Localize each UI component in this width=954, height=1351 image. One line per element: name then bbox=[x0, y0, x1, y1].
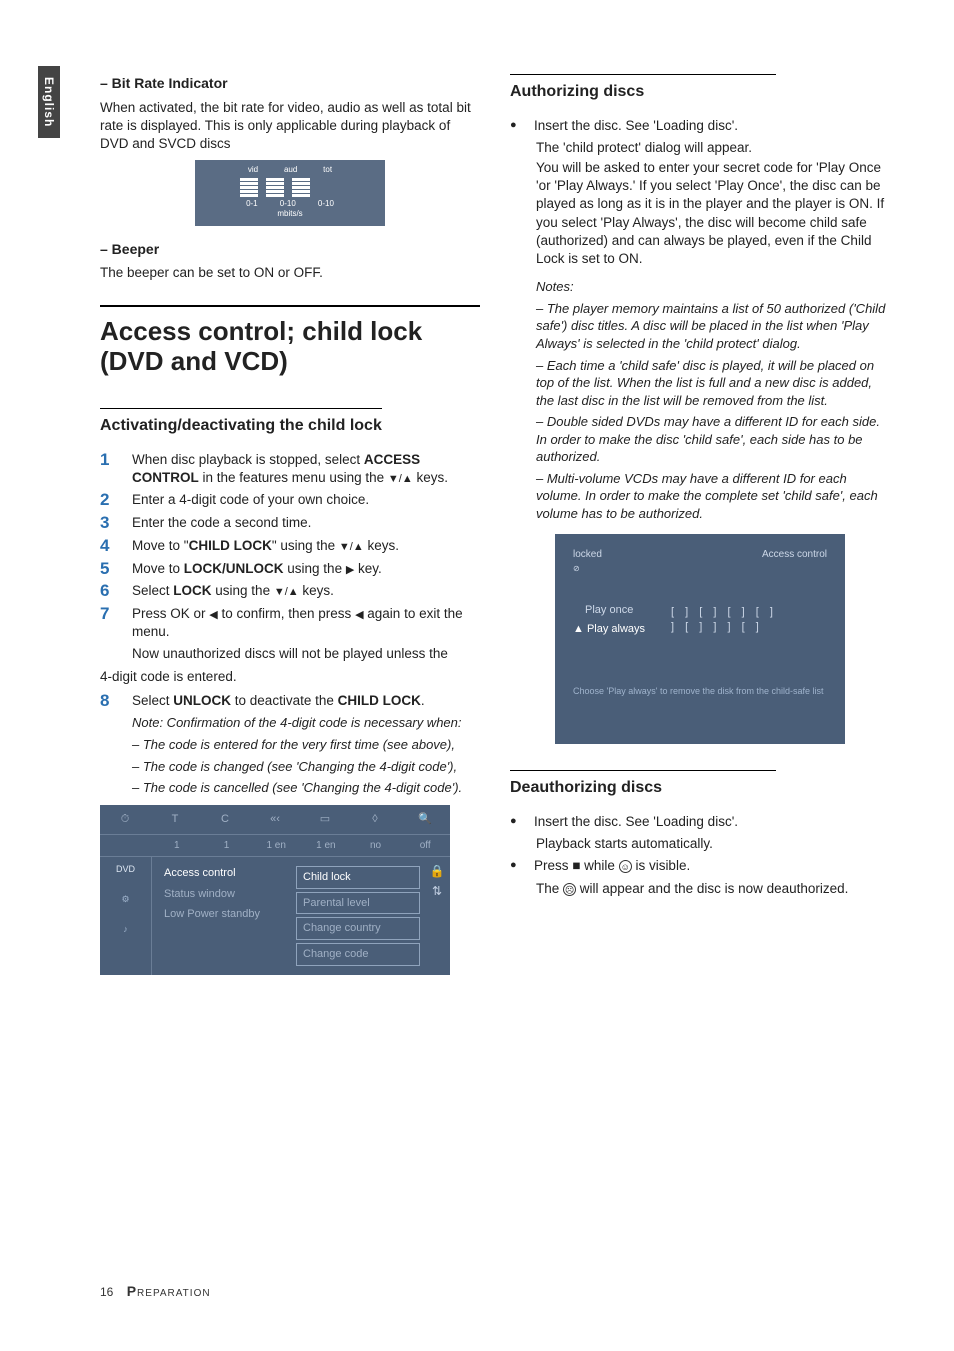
menu-lock-icons: 🔒 ⇅ bbox=[424, 857, 450, 975]
left-column: – Bit Rate Indicator When activated, the… bbox=[100, 60, 480, 983]
menu-left-icons: DVD ⚙ ♪ bbox=[100, 857, 152, 975]
step-text: Press OK or ◀ to confirm, then press ◀ a… bbox=[132, 605, 480, 641]
section-title: Access control; child lock (DVD and VCD) bbox=[100, 305, 480, 377]
right-column: Authorizing discs Insert the disc. See '… bbox=[510, 60, 890, 983]
note-line: – The code is cancelled (see 'Changing t… bbox=[132, 779, 480, 797]
bitrate-body: When activated, the bit rate for video, … bbox=[100, 99, 480, 154]
steps-list: 1 When disc playback is stopped, select … bbox=[100, 451, 480, 641]
beeper-heading: – Beeper bbox=[100, 240, 480, 259]
menu-item: Status window bbox=[160, 884, 284, 905]
br-col-aud: aud bbox=[284, 165, 297, 176]
tab-icon: ⏱ bbox=[100, 812, 150, 827]
bitrate-graphic: vid aud tot 0-1 0-10 0-10 mbits/s bbox=[195, 160, 385, 226]
step-num: 5 bbox=[100, 560, 118, 579]
menu-item: Low Power standby bbox=[160, 904, 284, 925]
br-scale-1: 0-10 bbox=[280, 199, 296, 210]
step-text: Enter the code a second time. bbox=[132, 514, 480, 533]
br-col-tot: tot bbox=[323, 165, 332, 176]
bullet-item: Insert the disc. See 'Loading disc'. bbox=[510, 117, 890, 135]
step-text: Move to LOCK/UNLOCK using the ▶ key. bbox=[132, 560, 480, 579]
menu-val: 1 en bbox=[301, 835, 351, 856]
step7-result-b: 4-digit code is entered. bbox=[100, 668, 480, 686]
dialog-code-1: [ ] [ ] [ ] [ ] bbox=[671, 605, 777, 620]
menu-val: 1 en bbox=[251, 835, 301, 856]
childlock-heading: Activating/deactivating the child lock bbox=[100, 408, 382, 437]
footer-section: REPARATION bbox=[137, 1288, 211, 1299]
step-num: 7 bbox=[100, 605, 118, 641]
step-num: 3 bbox=[100, 514, 118, 533]
level-icon: ⇅ bbox=[426, 883, 448, 899]
menu-sub-item: Child lock bbox=[296, 866, 420, 889]
bitrate-heading: – Bit Rate Indicator bbox=[100, 74, 480, 93]
note-line: – The player memory maintains a list of … bbox=[536, 300, 890, 353]
safe-face-icon: ☺ bbox=[619, 860, 632, 873]
page-number: 16 bbox=[100, 1285, 113, 1299]
beeper-body: The beeper can be set to ON or OFF. bbox=[100, 264, 480, 282]
authorizing-heading: Authorizing discs bbox=[510, 74, 776, 103]
note-line: – Double sided DVDs may have a different… bbox=[536, 413, 890, 466]
page-content: – Bit Rate Indicator When activated, the… bbox=[100, 60, 890, 983]
menu-sub-item: Change code bbox=[296, 943, 420, 966]
step-text: Select UNLOCK to deactivate the CHILD LO… bbox=[132, 692, 480, 711]
tab-icon: T bbox=[150, 812, 200, 827]
auth-para: You will be asked to enter your secret c… bbox=[536, 159, 890, 268]
sub-line: Playback starts automatically. bbox=[536, 835, 890, 853]
step-num: 2 bbox=[100, 491, 118, 510]
br-col-vid: vid bbox=[248, 165, 258, 176]
step-text: Move to "CHILD LOCK" using the ▼/▲ keys. bbox=[132, 537, 480, 556]
access-control-dialog: locked⊘ Access control Play once Play al… bbox=[555, 534, 845, 744]
step-num: 6 bbox=[100, 582, 118, 601]
bullet-item: Insert the disc. See 'Loading disc'. bbox=[510, 813, 890, 831]
menu-sub-item: Parental level bbox=[296, 892, 420, 915]
step-num: 1 bbox=[100, 451, 118, 487]
dialog-locked: locked⊘ bbox=[573, 548, 602, 575]
menu-item: Access control bbox=[160, 863, 284, 884]
lock-icon: 🔒 bbox=[426, 863, 448, 879]
menu-sub-item: Change country bbox=[296, 917, 420, 940]
deauthorizing-heading: Deauthorizing discs bbox=[510, 770, 776, 799]
tab-icon: ◊ bbox=[350, 812, 400, 827]
step-num: 4 bbox=[100, 537, 118, 556]
features-menu-graphic: ⏱ T C «‹ ▭ ◊ 🔍 1 1 1 en 1 en no off DVD … bbox=[100, 805, 450, 975]
language-tab: English bbox=[38, 66, 60, 138]
dialog-footnote: Choose 'Play always' to remove the disk … bbox=[573, 665, 827, 697]
step-text: Select LOCK using the ▼/▲ keys. bbox=[132, 582, 480, 601]
sub-line: The 'child protect' dialog will appear. bbox=[536, 139, 890, 157]
dialog-code-2: ] [ ] ] ] [ ] bbox=[671, 620, 777, 635]
tab-icon: «‹ bbox=[250, 812, 300, 827]
tab-icon: 🔍 bbox=[400, 812, 450, 827]
tab-icon: ▭ bbox=[300, 812, 350, 827]
dialog-opt-once: Play once bbox=[573, 601, 645, 620]
notes-head: Notes: bbox=[536, 278, 890, 296]
menu-val: 1 bbox=[152, 835, 202, 856]
dialog-opt-always: Play always bbox=[573, 620, 645, 639]
br-unit: mbits/s bbox=[277, 209, 302, 220]
bullet-item: Press ■ while ☺ is visible. bbox=[510, 857, 890, 875]
menu-val: 1 bbox=[202, 835, 252, 856]
menu-val: off bbox=[400, 835, 450, 856]
tab-icon: C bbox=[200, 812, 250, 827]
step-num: 8 bbox=[100, 692, 118, 711]
sub-line: The ☹ will appear and the disc is now de… bbox=[536, 880, 890, 898]
note-line: – The code is entered for the very first… bbox=[132, 736, 480, 754]
step-text: When disc playback is stopped, select AC… bbox=[132, 451, 480, 487]
br-scale-2: 0-10 bbox=[318, 199, 334, 210]
unsafe-face-icon: ☹ bbox=[563, 883, 576, 896]
step-text: Enter a 4-digit code of your own choice. bbox=[132, 491, 480, 510]
step7-result-a: Now unauthorized discs will not be playe… bbox=[132, 645, 480, 663]
br-scale-0: 0-1 bbox=[246, 199, 258, 210]
note-line: – Each time a 'child safe' disc is playe… bbox=[536, 357, 890, 410]
note-lead: Note: Confirmation of the 4-digit code i… bbox=[132, 714, 480, 732]
menu-val: no bbox=[351, 835, 401, 856]
note-line: – The code is changed (see 'Changing the… bbox=[132, 758, 480, 776]
page-footer: 16 PREPARATION bbox=[100, 1282, 211, 1301]
dialog-title: Access control bbox=[762, 548, 827, 575]
note-line: – Multi-volume VCDs may have a different… bbox=[536, 470, 890, 523]
